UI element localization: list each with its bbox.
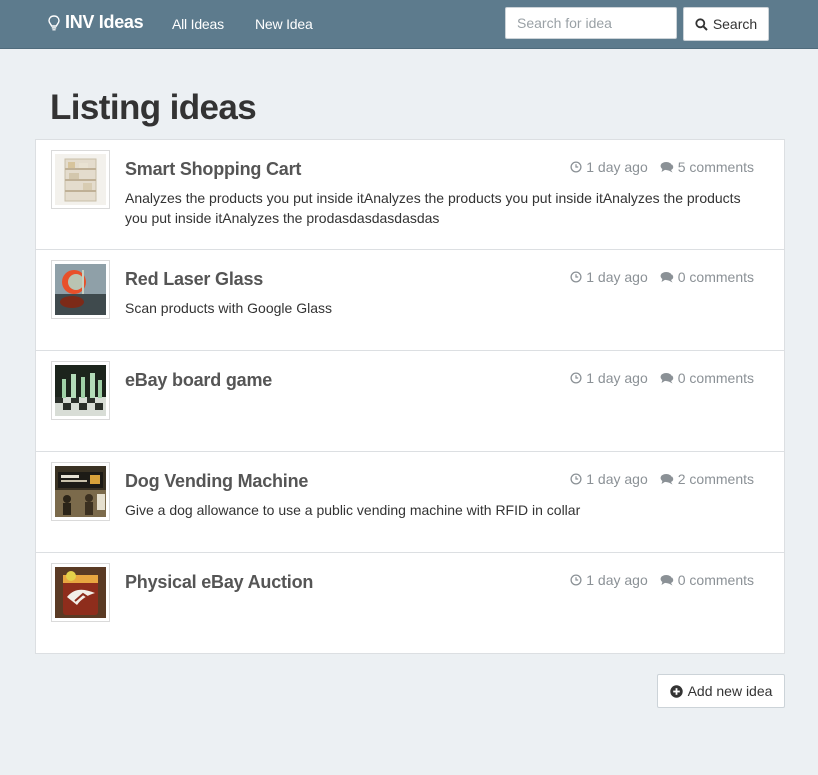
search-input[interactable] (505, 7, 677, 39)
comments-icon (660, 575, 673, 586)
idea-thumbnail[interactable] (51, 150, 110, 209)
lightbulb-icon (48, 14, 60, 30)
idea-description: Give a dog allowance to use a public ven… (125, 502, 581, 518)
idea-item[interactable]: Dog Vending Machine 1 day ago 2 comments… (36, 452, 784, 553)
idea-time: 1 day ago (586, 269, 648, 285)
vending-machine-image-icon (55, 466, 106, 517)
nav-all-ideas[interactable]: All Ideas (172, 16, 224, 32)
idea-comments[interactable]: 5 comments (678, 159, 754, 175)
clock-icon (570, 372, 582, 384)
idea-title[interactable]: Red Laser Glass (125, 269, 263, 290)
comments-icon (660, 162, 673, 173)
drink-glass-image-icon (55, 567, 106, 618)
ideas-list: Smart Shopping Cart 1 day ago 5 comments… (35, 139, 785, 654)
idea-comments[interactable]: 0 comments (678, 370, 754, 386)
idea-time: 1 day ago (586, 370, 648, 386)
idea-thumbnail[interactable] (51, 361, 110, 420)
idea-item[interactable]: Smart Shopping Cart 1 day ago 5 comments… (36, 140, 784, 250)
idea-title[interactable]: Dog Vending Machine (125, 471, 308, 492)
brand-link[interactable]: INV Ideas (48, 12, 144, 33)
nav-new-idea[interactable]: New Idea (255, 16, 313, 32)
idea-item[interactable]: Red Laser Glass 1 day ago 0 comments Sca… (36, 250, 784, 351)
search-button[interactable]: Search (683, 7, 769, 41)
idea-title[interactable]: eBay board game (125, 370, 272, 391)
plus-circle-icon (669, 684, 683, 698)
comments-icon (660, 474, 673, 485)
clock-icon (570, 473, 582, 485)
idea-description: Scan products with Google Glass (125, 300, 332, 316)
idea-meta: 1 day ago 0 comments (570, 572, 754, 588)
page-title: Listing ideas (50, 88, 257, 127)
shelf-image-icon (55, 154, 106, 205)
idea-item[interactable]: eBay board game 1 day ago 0 comments (36, 351, 784, 452)
idea-title[interactable]: Physical eBay Auction (125, 572, 313, 593)
idea-item[interactable]: Physical eBay Auction 1 day ago 0 commen… (36, 553, 784, 653)
idea-meta: 1 day ago 5 comments (570, 159, 754, 175)
idea-title[interactable]: Smart Shopping Cart (125, 159, 301, 180)
board-game-image-icon (55, 365, 106, 416)
idea-meta: 1 day ago 0 comments (570, 370, 754, 386)
idea-thumbnail[interactable] (51, 563, 110, 622)
idea-comments[interactable]: 0 comments (678, 572, 754, 588)
comments-icon (660, 373, 673, 384)
clock-icon (570, 271, 582, 283)
idea-meta: 1 day ago 2 comments (570, 471, 754, 487)
clock-icon (570, 574, 582, 586)
add-new-idea-label: Add new idea (687, 683, 773, 699)
laser-glass-image-icon (55, 264, 106, 315)
brand-name: INV Ideas (65, 12, 144, 32)
idea-time: 1 day ago (586, 471, 648, 487)
search-icon (695, 17, 708, 31)
idea-time: 1 day ago (586, 159, 648, 175)
idea-time: 1 day ago (586, 572, 648, 588)
idea-comments[interactable]: 2 comments (678, 471, 754, 487)
search-button-label: Search (712, 16, 758, 32)
idea-thumbnail[interactable] (51, 462, 110, 521)
clock-icon (570, 161, 582, 173)
idea-thumbnail[interactable] (51, 260, 110, 319)
add-new-idea-button[interactable]: Add new idea (657, 674, 785, 708)
top-navbar: INV Ideas All Ideas New Idea Search (0, 0, 818, 49)
idea-meta: 1 day ago 0 comments (570, 269, 754, 285)
comments-icon (660, 272, 673, 283)
idea-description: Analyzes the products you put inside itA… (125, 190, 741, 226)
idea-comments[interactable]: 0 comments (678, 269, 754, 285)
